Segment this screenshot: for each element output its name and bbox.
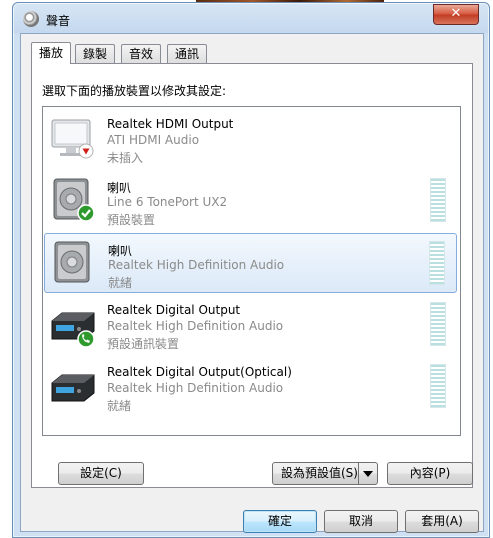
set-default-button[interactable]: 設為預設值(S) bbox=[272, 462, 378, 485]
hdmi-monitor-icon bbox=[51, 119, 94, 159]
dialog-client-area: 播放 錄製 音效 通訊 選取下面的播放裝置以修改其設定: Realtek HDM… bbox=[20, 33, 484, 533]
volume-meter bbox=[430, 302, 446, 346]
instruction-text: 選取下面的播放裝置以修改其設定: bbox=[42, 84, 227, 98]
tab-communications[interactable]: 通訊 bbox=[167, 44, 208, 63]
properties-button[interactable]: 內容(P) bbox=[387, 462, 473, 485]
configure-button[interactable]: 設定(C) bbox=[58, 462, 144, 485]
tab-sounds[interactable]: 音效 bbox=[121, 44, 162, 63]
device-name: 喇叭 bbox=[108, 244, 133, 258]
volume-meter bbox=[430, 364, 446, 408]
device-description: Realtek High Definition Audio bbox=[107, 319, 284, 333]
chevron-down-icon[interactable] bbox=[358, 463, 377, 484]
speaker-icon bbox=[54, 241, 90, 283]
speaker-icon bbox=[53, 178, 95, 222]
device-status: 預設裝置 bbox=[107, 213, 156, 227]
device-description: Line 6 TonePort UX2 bbox=[107, 195, 228, 209]
window-title: 聲音 bbox=[46, 14, 71, 28]
device-status: 預設通訊裝置 bbox=[107, 337, 180, 351]
close-button[interactable]: ✕ bbox=[433, 4, 479, 25]
device-item-hdmi-output[interactable]: Realtek HDMI Output ATI HDMI Audio 未插入 bbox=[44, 109, 457, 167]
set-default-label: 設為預設值(S) bbox=[281, 466, 358, 480]
sound-dialog: 聲音 ✕ 播放 錄製 音效 通訊 選取下面的播放裝置以修改其設定: Realte… bbox=[12, 2, 490, 538]
device-description: Realtek High Definition Audio bbox=[107, 381, 284, 395]
device-name: Realtek Digital Output bbox=[107, 303, 241, 317]
playback-panel: 選取下面的播放裝置以修改其設定: Realtek HDMI Output ATI… bbox=[31, 63, 473, 488]
cancel-button[interactable]: 取消 bbox=[324, 510, 398, 533]
device-item-digital-output[interactable]: Realtek Digital Output Realtek High Defi… bbox=[44, 295, 457, 353]
device-status: 就緒 bbox=[107, 399, 132, 413]
speaker-app-icon bbox=[23, 11, 39, 27]
device-name: Realtek Digital Output(Optical) bbox=[107, 365, 292, 379]
apply-button[interactable]: 套用(A) bbox=[405, 510, 479, 533]
tab-playback[interactable]: 播放 bbox=[31, 42, 72, 64]
device-item-digital-output-optical[interactable]: Realtek Digital Output(Optical) Realtek … bbox=[44, 357, 457, 415]
device-item-speakers-realtek[interactable]: 喇叭 Realtek High Definition Audio 就緒 bbox=[44, 233, 457, 293]
volume-meter bbox=[429, 241, 445, 285]
volume-meter bbox=[430, 178, 446, 222]
digital-receiver-icon bbox=[51, 312, 95, 347]
device-status: 未插入 bbox=[107, 151, 144, 165]
device-description: ATI HDMI Audio bbox=[107, 133, 200, 147]
default-check-badge-icon bbox=[77, 204, 95, 222]
digital-receiver-icon bbox=[51, 374, 95, 402]
title-bar: 聲音 ✕ bbox=[13, 3, 489, 33]
device-item-speakers-toneport[interactable]: 喇叭 Line 6 TonePort UX2 預設裝置 bbox=[44, 171, 457, 229]
device-description: Realtek High Definition Audio bbox=[108, 258, 285, 272]
device-name: 喇叭 bbox=[107, 181, 132, 195]
device-status: 就緒 bbox=[108, 276, 133, 290]
communication-phone-icon bbox=[77, 330, 95, 347]
device-list[interactable]: Realtek HDMI Output ATI HDMI Audio 未插入 喇… bbox=[42, 106, 461, 436]
tab-recording[interactable]: 錄製 bbox=[75, 44, 116, 63]
ok-button[interactable]: 確定 bbox=[243, 510, 317, 533]
device-name: Realtek HDMI Output bbox=[107, 117, 234, 131]
